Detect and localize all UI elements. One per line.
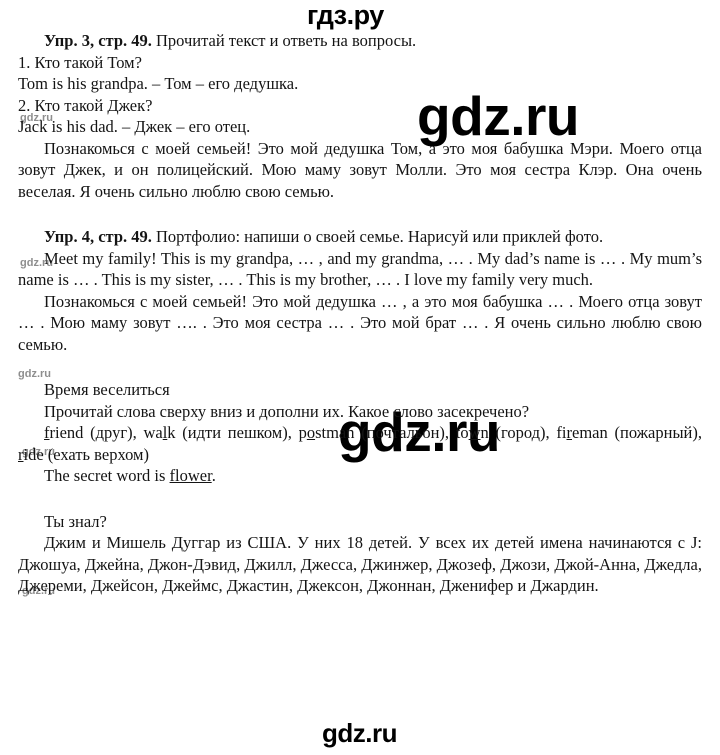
exercise-4-english-answer: Meet my family! This is my grandpa, … , …: [18, 248, 702, 290]
solution-body: Упр. 3, стр. 49. Прочитай текст и ответь…: [18, 30, 702, 597]
page-canvas: gdz.ru gdz.ru gdz.ru gdz.ru gdz.ru гдз.р…: [0, 0, 720, 755]
exercise-4-heading: Упр. 4, стр. 49. Портфолио: напиши о сво…: [18, 226, 702, 248]
exercise-4-russian-answer: Познакомься с моей семьей! Это мой дедуш…: [18, 291, 702, 354]
fun-time-heading: Время веселиться: [44, 380, 170, 399]
fun-time-secret: The secret word is flower.: [18, 465, 702, 487]
fun-time-word-list: friend (друг), walk (идти пешком), postm…: [18, 422, 702, 465]
exercise-3-number: Упр. 3, стр. 49.: [44, 31, 152, 50]
word-prefix: wa: [143, 423, 163, 442]
exercise-3-question-2: 2. Кто такой Джек?: [18, 95, 153, 115]
fun-time-word: fireman (пожарный),: [556, 423, 702, 442]
word-translation: (ехать верхом): [43, 444, 149, 464]
secret-prefix: The secret word is: [44, 466, 170, 485]
site-logo-top[interactable]: гдз.ру: [307, 0, 384, 31]
fun-time-word: postman (почтальон),: [299, 423, 456, 442]
word-suffix: stman: [315, 423, 355, 442]
exercise-3-heading: Упр. 3, стр. 49. Прочитай текст и ответь…: [18, 30, 702, 52]
exercise-3-answer-1: Tom is his grandpa. – Том – его дедушка.: [18, 74, 299, 93]
fun-time-word: town (город),: [456, 423, 557, 442]
word-translation: (почтальон),: [354, 423, 456, 442]
word-suffix: n: [480, 423, 489, 442]
did-you-know-text: Джим и Мишель Дуггар из США. У них 18 де…: [18, 533, 702, 595]
word-suffix: riend: [49, 423, 84, 442]
fun-time-word: ride (ехать верхом): [18, 445, 149, 464]
word-prefix: fi: [556, 423, 567, 442]
word-suffix: k: [167, 423, 176, 442]
fun-time-word: friend (друг),: [44, 423, 143, 442]
exercise-3-answer-2: Jack is his dad. – Джек – его отец.: [18, 117, 251, 136]
secret-word: flower: [169, 466, 212, 485]
word-secret-letter: w: [468, 423, 481, 442]
exercise-4-number: Упр. 4, стр. 49.: [44, 227, 152, 246]
word-prefix: to: [455, 423, 469, 442]
word-translation: (пожарный),: [607, 423, 702, 442]
word-prefix: p: [298, 423, 307, 442]
fun-time-word: walk (идти пешком),: [143, 423, 298, 442]
exercise-3-paragraph: Познакомься с моей семьей! Это мой дедуш…: [18, 138, 702, 201]
exercise-3-task: Прочитай текст и ответь на вопросы.: [151, 31, 417, 50]
word-suffix: ide: [23, 444, 44, 464]
site-logo-bottom[interactable]: gdz.ru: [322, 718, 398, 749]
word-translation: (идти пешком),: [175, 423, 299, 442]
word-secret-letter: o: [306, 423, 316, 442]
word-translation: (друг),: [83, 423, 144, 442]
word-translation: (город),: [488, 423, 557, 442]
exercise-4-task: Портфолио: напиши о своей семье. Нарисуй…: [151, 227, 604, 246]
word-suffix: eman: [572, 423, 608, 442]
fun-time-instruction: Прочитай слова сверху вниз и дополни их.…: [44, 401, 530, 421]
exercise-3-question-1: 1. Кто такой Том?: [18, 52, 142, 72]
did-you-know-heading: Ты знал?: [44, 511, 107, 531]
secret-suffix: .: [211, 466, 216, 485]
